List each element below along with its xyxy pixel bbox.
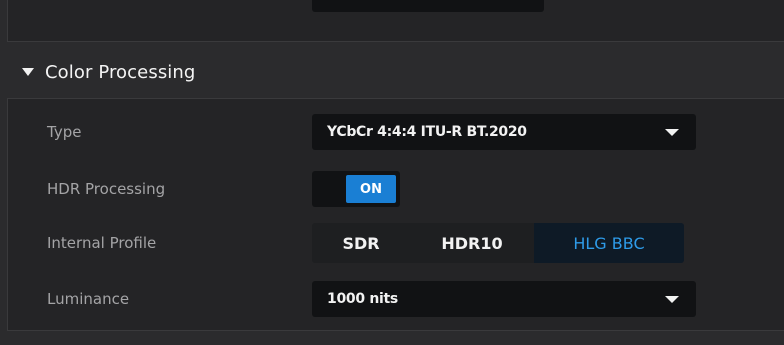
internal-profile-row: Internal Profile SDR HDR10 HLG BBC <box>8 223 784 263</box>
type-select[interactable]: YCbCr 4:4:4 ITU-R BT.2020 <box>312 114 696 150</box>
luminance-select[interactable]: 1000 nits <box>312 281 696 317</box>
type-row: Type YCbCr 4:4:4 ITU-R BT.2020 <box>8 112 784 152</box>
section-title: Color Processing <box>45 61 196 83</box>
luminance-row: Luminance 1000 nits <box>8 279 784 319</box>
clipped-field[interactable] <box>312 0 544 12</box>
collapse-caret-icon[interactable] <box>22 68 34 76</box>
color-processing-panel: Color Processing Type YCbCr 4:4:4 ITU-R … <box>0 0 784 345</box>
toggle-state: ON <box>346 175 396 203</box>
section-header-color-processing[interactable]: Color Processing <box>0 46 784 98</box>
dropdown-arrow-icon <box>665 295 679 303</box>
hdr-processing-label: HDR Processing <box>47 180 166 198</box>
internal-profile-label: Internal Profile <box>47 234 157 252</box>
section-body: Type YCbCr 4:4:4 ITU-R BT.2020 HDR Proce… <box>7 98 784 331</box>
luminance-value: 1000 nits <box>327 291 398 307</box>
previous-section-panel <box>7 0 784 42</box>
profile-option-hlg-bbc[interactable]: HLG BBC <box>534 223 684 263</box>
profile-option-hdr10[interactable]: HDR10 <box>410 223 534 263</box>
internal-profile-segmented: SDR HDR10 HLG BBC <box>312 223 684 263</box>
profile-option-sdr[interactable]: SDR <box>312 223 410 263</box>
dropdown-arrow-icon <box>665 128 679 136</box>
hdr-processing-row: HDR Processing ON <box>8 169 784 209</box>
type-label: Type <box>47 123 82 141</box>
hdr-processing-toggle[interactable]: ON <box>312 171 400 207</box>
luminance-label: Luminance <box>47 290 130 308</box>
type-value: YCbCr 4:4:4 ITU-R BT.2020 <box>327 124 527 140</box>
